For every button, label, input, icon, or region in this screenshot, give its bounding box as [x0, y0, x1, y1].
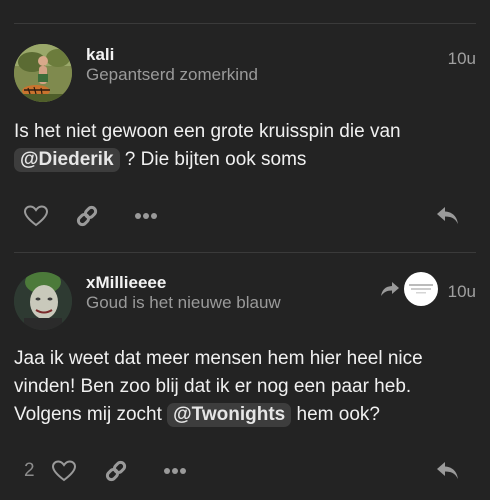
reply-to-indicator[interactable]	[380, 272, 438, 306]
user-title: Goud is het nieuwe blauw	[86, 293, 281, 312]
user-title: Gepantserd zomerkind	[86, 65, 258, 84]
reply-button[interactable]	[434, 459, 462, 483]
mention-diederik[interactable]: @Diederik	[14, 148, 120, 172]
more-options-button[interactable]	[162, 463, 188, 479]
reply-button[interactable]	[434, 204, 462, 228]
link-icon	[76, 205, 98, 227]
avatar-image	[14, 44, 72, 102]
body-text: Is het niet gewoon een grote kruisspin d…	[14, 121, 401, 142]
share-link-button[interactable]	[74, 203, 100, 229]
ellipsis-icon	[164, 468, 186, 474]
mention-twonights[interactable]: @Twonights	[167, 403, 292, 427]
username[interactable]: kali	[86, 45, 114, 65]
post-kali: kali Gepantserd zomerkind 10u Is het nie…	[0, 0, 490, 252]
like-count[interactable]: 2	[24, 460, 35, 482]
post-xmillieeee: xMillieeee Goud is het nieuwe blauw 10u …	[0, 252, 490, 500]
reply-arrow-icon	[381, 282, 399, 296]
reply-to-avatar[interactable]	[404, 272, 438, 306]
reply-icon	[437, 462, 458, 479]
like-button[interactable]	[22, 204, 50, 228]
post-body: Is het niet gewoon een grote kruisspin d…	[14, 118, 476, 174]
avatar[interactable]	[14, 44, 72, 102]
link-icon	[105, 460, 127, 482]
ellipsis-icon	[135, 213, 157, 219]
body-text: Volgens mij zocht	[14, 404, 168, 425]
more-options-button[interactable]	[133, 208, 159, 224]
avatar-image	[14, 272, 72, 330]
post-time[interactable]: 10u	[448, 49, 476, 69]
like-button[interactable]	[50, 459, 78, 483]
username[interactable]: xMillieeee	[86, 273, 166, 293]
body-text: ? Die bijten ook soms	[119, 149, 307, 170]
avatar-image	[409, 284, 433, 294]
heart-icon	[24, 205, 48, 227]
body-text: vinden! Ben zoo blij dat ik er nog een p…	[14, 376, 412, 397]
body-text: Jaa ik weet dat meer mensen hem hier hee…	[14, 348, 423, 369]
share-link-button[interactable]	[103, 458, 129, 484]
reply-icon	[437, 207, 458, 224]
heart-icon	[52, 460, 76, 482]
avatar[interactable]	[14, 272, 72, 330]
body-text: hem ook?	[291, 404, 380, 425]
post-time[interactable]: 10u	[448, 282, 476, 302]
post-body: Jaa ik weet dat meer mensen hem hier hee…	[14, 345, 476, 429]
